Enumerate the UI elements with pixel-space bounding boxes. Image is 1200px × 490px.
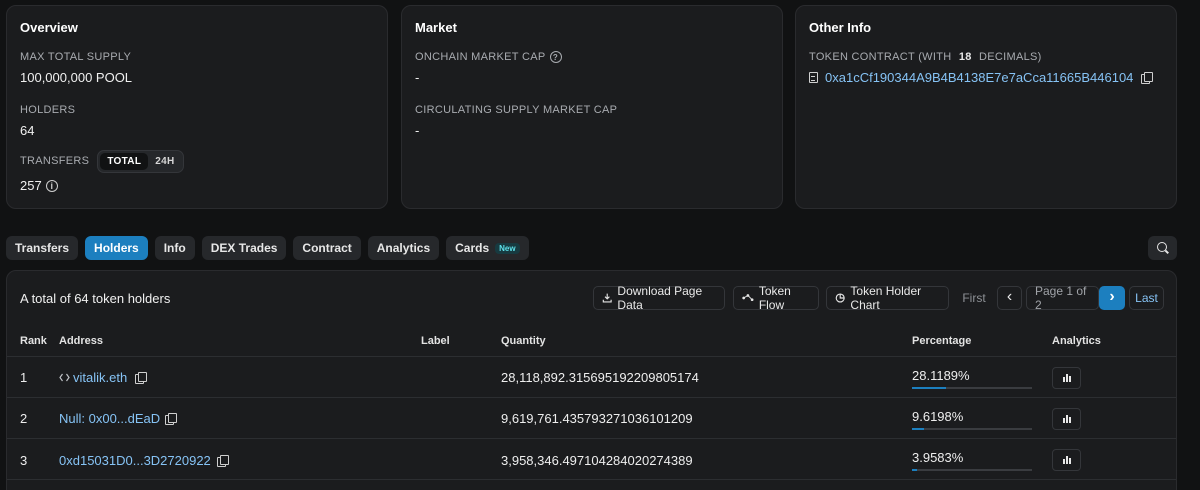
col-quantity: Quantity — [501, 335, 546, 347]
circulating-market-cap-label: CIRCULATING SUPPLY MARKET CAP — [415, 104, 618, 116]
help-icon[interactable]: ? — [549, 51, 562, 63]
row-2-rank: 2 — [20, 411, 28, 426]
search-button[interactable] — [1148, 236, 1177, 260]
market-card: Market ONCHAIN MARKET CAP ? - CIRCULATIN… — [401, 5, 783, 209]
row-divider — [7, 479, 1176, 480]
onchain-market-cap-label: ONCHAIN MARKET CAP — [415, 51, 546, 63]
row-2-address-link[interactable]: Null: 0x00...dEaD — [59, 411, 160, 426]
toggle-total[interactable]: TOTAL — [100, 152, 149, 170]
token-contract-label: TOKEN CONTRACT (WITH 18 DECIMALS) — [809, 51, 1042, 63]
pagination-page-indicator: Page 1 of 2 — [1026, 284, 1099, 312]
row-1-percentage: 28.1189% — [912, 368, 970, 383]
info-icon[interactable]: i — [45, 179, 58, 192]
transfers-label: TRANSFERS — [20, 155, 90, 167]
row-1-analytics-button[interactable] — [1052, 367, 1081, 389]
total-holders-text: A total of 64 token holders — [20, 291, 171, 306]
circulating-market-cap-value: - — [415, 123, 420, 138]
transfers-toggle[interactable]: TOTAL 24H — [97, 149, 185, 173]
max-supply-label: MAX TOTAL SUPPLY — [20, 51, 132, 63]
divider — [7, 356, 1176, 357]
other-info-title: Other Info — [809, 20, 872, 35]
max-supply-value: 100,000,000 POOL — [20, 70, 133, 85]
row-3-analytics-button[interactable] — [1052, 449, 1081, 471]
tab-transfers[interactable]: Transfers — [6, 236, 79, 260]
holders-value: 64 — [20, 123, 35, 138]
tab-bar: Transfers Holders Info DEX Trades Contra… — [6, 236, 529, 260]
pagination-next[interactable]: › — [1099, 286, 1125, 310]
tab-contract[interactable]: Contract — [293, 236, 361, 260]
row-3-address-link[interactable]: 0xd15031D0...3D2720922 — [59, 453, 211, 468]
pagination-last[interactable]: Last — [1129, 286, 1164, 310]
row-1-address-link[interactable]: vitalik.eth — [73, 370, 127, 385]
pagination-first[interactable]: First — [957, 286, 991, 310]
row-divider — [7, 397, 1176, 398]
row-2-percentage-bar — [912, 428, 1032, 430]
overview-title: Overview — [20, 20, 78, 35]
download-icon — [602, 293, 612, 303]
col-percentage: Percentage — [912, 335, 972, 347]
copy-icon[interactable] — [1141, 71, 1154, 84]
copy-icon[interactable] — [165, 412, 178, 425]
overview-card: Overview MAX TOTAL SUPPLY 100,000,000 PO… — [6, 5, 388, 209]
row-divider — [7, 438, 1176, 439]
token-flow-icon — [742, 294, 754, 302]
holders-panel: A total of 64 token holders Download Pag… — [6, 270, 1177, 490]
copy-icon[interactable] — [216, 454, 229, 467]
toggle-24h[interactable]: 24H — [148, 153, 181, 170]
row-1-rank: 1 — [20, 370, 28, 385]
token-contract-link[interactable]: 0xa1cCf190344A9B4B4138E7e7aCca11665B4461… — [825, 70, 1133, 85]
row-3-percentage: 3.9583% — [912, 450, 964, 465]
tab-dex-trades[interactable]: DEX Trades — [201, 236, 287, 260]
onchain-market-cap-value: - — [415, 70, 420, 85]
row-1-percentage-bar — [912, 387, 1032, 389]
new-badge: New — [495, 242, 520, 254]
row-3-rank: 3 — [20, 453, 28, 468]
row-1-quantity: 28,118,892.315695192209805174 — [501, 370, 699, 385]
row-2-analytics-button[interactable] — [1052, 408, 1081, 430]
transfers-value: 257 — [20, 178, 42, 193]
download-page-data-button[interactable]: Download Page Data — [593, 284, 725, 312]
ens-code-icon — [59, 373, 70, 382]
row-2-quantity: 9,619,761.435793271036101209 — [501, 411, 693, 426]
tab-info[interactable]: Info — [154, 236, 195, 260]
holders-label: HOLDERS — [20, 104, 76, 116]
col-address: Address — [59, 335, 104, 347]
contract-document-icon — [809, 72, 818, 83]
token-holder-chart-button[interactable]: Token Holder Chart — [826, 284, 949, 312]
decimals-count: 18 — [958, 51, 972, 63]
token-flow-button[interactable]: Token Flow — [733, 284, 819, 312]
col-label: Label — [421, 335, 450, 347]
col-rank: Rank — [20, 335, 47, 347]
other-info-card: Other Info TOKEN CONTRACT (WITH 18 DECIM… — [795, 5, 1177, 209]
search-icon — [1156, 242, 1169, 254]
tab-cards[interactable]: Cards New — [446, 236, 529, 260]
market-title: Market — [415, 20, 457, 35]
col-analytics: Analytics — [1052, 335, 1101, 347]
pie-chart-icon — [835, 293, 845, 303]
row-3-percentage-bar — [912, 469, 1032, 471]
row-2-percentage: 9.6198% — [912, 409, 964, 424]
tab-holders[interactable]: Holders — [85, 236, 148, 260]
row-3-quantity: 3,958,346.497104284020274389 — [501, 453, 693, 468]
copy-icon[interactable] — [135, 371, 148, 384]
pagination-prev[interactable]: ‹ — [997, 286, 1022, 310]
tab-analytics[interactable]: Analytics — [367, 236, 440, 260]
